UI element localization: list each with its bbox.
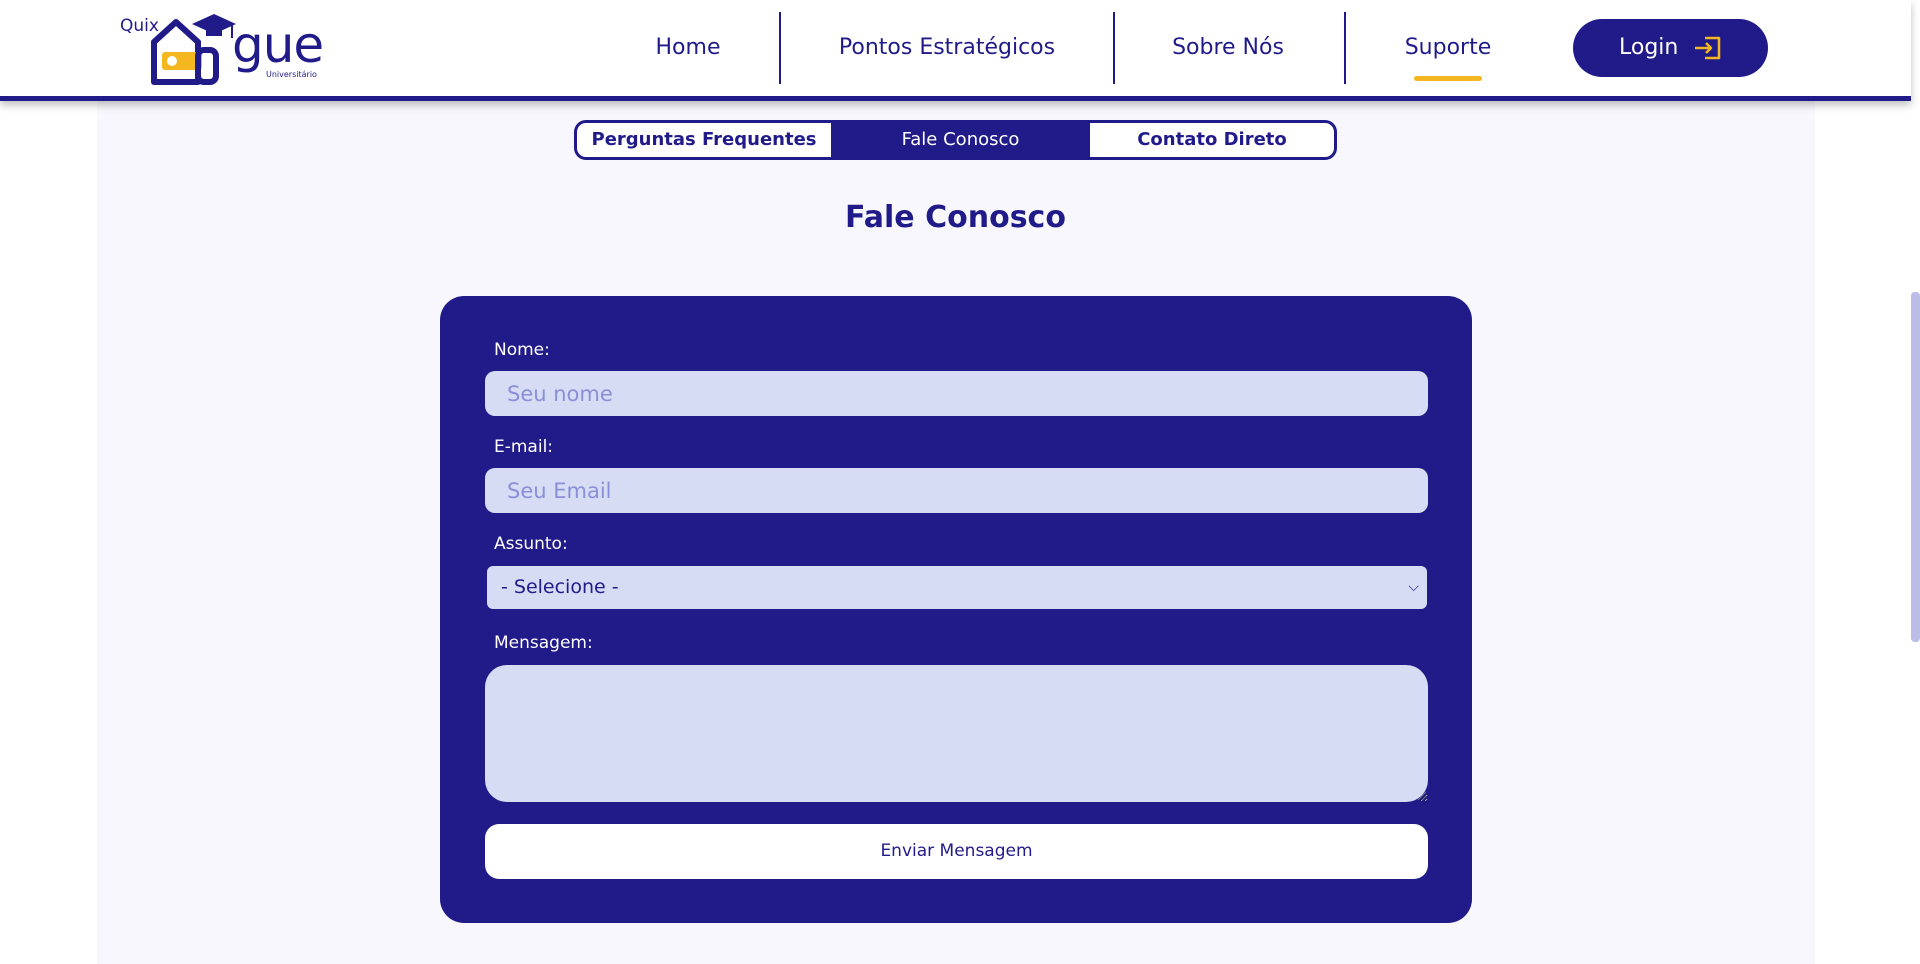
name-label: Nome: — [494, 340, 550, 360]
subject-select[interactable]: - Selecione - ⌵ — [487, 566, 1427, 609]
logo-name: gue — [232, 16, 324, 74]
page-title: Fale Conosco — [845, 200, 1066, 235]
message-textarea[interactable] — [485, 665, 1428, 802]
sign-in-icon — [1695, 36, 1721, 60]
nav-suporte[interactable]: Suporte — [1393, 0, 1503, 96]
house-graduation-cap-icon — [151, 14, 236, 85]
nav-divider — [1344, 12, 1346, 84]
email-input[interactable] — [485, 468, 1428, 513]
message-label: Mensagem: — [494, 633, 593, 653]
name-input[interactable] — [485, 371, 1428, 416]
subject-selected-value: - Selecione - — [501, 576, 619, 598]
logo-tagline: Universitário — [266, 70, 317, 79]
nav-pontos-estrategicos[interactable]: Pontos Estratégicos — [820, 0, 1074, 96]
site-header: Quix gue Universitário Home Pontos Estra… — [0, 0, 1911, 101]
send-message-button[interactable]: Enviar Mensagem — [485, 824, 1428, 879]
resize-handle-icon[interactable] — [1416, 790, 1426, 800]
tab-contato-direto[interactable]: Contato Direto — [1090, 123, 1334, 157]
tab-fale-conosco[interactable]: Fale Conosco — [831, 123, 1090, 157]
tab-perguntas-frequentes[interactable]: Perguntas Frequentes — [577, 123, 831, 157]
nav-divider — [1113, 12, 1115, 84]
nav-sobre-nos[interactable]: Sobre Nós — [1156, 0, 1300, 96]
chevron-down-icon: ⌵ — [1408, 579, 1419, 595]
login-button[interactable]: Login — [1573, 19, 1768, 77]
nav-home[interactable]: Home — [640, 0, 736, 96]
site-logo[interactable]: Quix gue Universitário — [118, 10, 328, 85]
nav-divider — [779, 12, 781, 84]
contact-form: Nome: E-mail: Assunto: - Selecione - ⌵ M… — [440, 296, 1472, 923]
scrollbar-thumb[interactable] — [1911, 292, 1920, 642]
support-tabs: Perguntas Frequentes Fale Conosco Contat… — [574, 120, 1337, 160]
email-label: E-mail: — [494, 437, 554, 457]
login-label: Login — [1619, 35, 1679, 60]
nav-active-indicator — [1414, 76, 1482, 81]
subject-label: Assunto: — [494, 534, 568, 554]
